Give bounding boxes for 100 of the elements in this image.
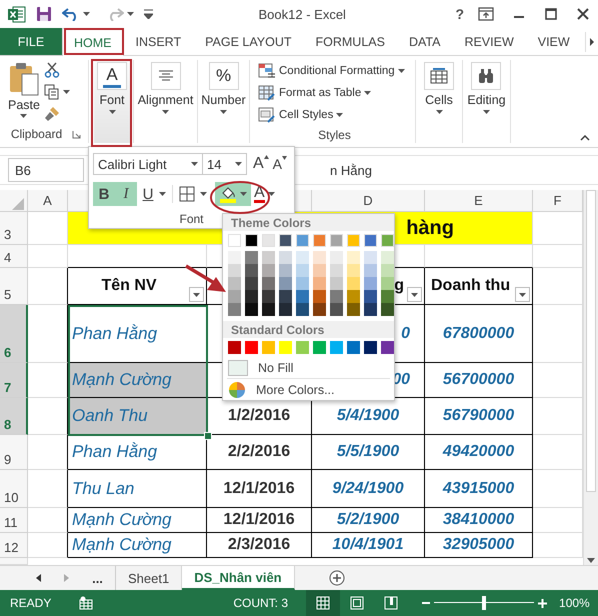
column-header[interactable]: D: [312, 190, 425, 212]
ribbon-display-icon[interactable]: [478, 7, 494, 21]
color-swatch[interactable]: [330, 277, 343, 290]
ribbon-group-button[interactable]: Alignment: [134, 60, 196, 143]
color-swatch[interactable]: [228, 234, 241, 247]
filter-button[interactable]: [407, 287, 422, 302]
color-swatch[interactable]: [381, 341, 394, 354]
shrink-font-button[interactable]: A: [270, 156, 290, 172]
filter-button[interactable]: [189, 287, 204, 302]
color-swatch[interactable]: [228, 277, 241, 290]
color-swatch[interactable]: [381, 277, 394, 290]
color-swatch[interactable]: [262, 234, 275, 247]
color-swatch[interactable]: [279, 264, 292, 277]
empty-cell[interactable]: [28, 305, 68, 363]
color-swatch[interactable]: [245, 251, 258, 264]
color-swatch[interactable]: [313, 303, 326, 316]
color-swatch[interactable]: [330, 303, 343, 316]
zoom-level[interactable]: 100%: [559, 596, 590, 610]
color-swatch[interactable]: [245, 264, 258, 277]
color-swatch[interactable]: [347, 290, 360, 303]
styles-menu-button[interactable]: Format as Table: [254, 82, 376, 104]
color-swatch[interactable]: [296, 277, 309, 290]
color-swatch[interactable]: [296, 264, 309, 277]
copy-icon[interactable]: [44, 84, 60, 100]
color-swatch[interactable]: [245, 303, 258, 316]
borders-icon[interactable]: [179, 186, 195, 202]
color-swatch[interactable]: [330, 290, 343, 303]
column-header[interactable]: E: [425, 190, 533, 212]
filter-button[interactable]: [515, 287, 530, 302]
bold-button[interactable]: B: [93, 182, 115, 206]
row-header[interactable]: 8: [0, 398, 28, 435]
color-swatch[interactable]: [296, 341, 309, 354]
color-swatch[interactable]: [347, 277, 360, 290]
ribbon-group-button[interactable]: Cells: [421, 60, 457, 143]
color-swatch[interactable]: [279, 341, 292, 354]
row-header[interactable]: 11: [0, 508, 28, 533]
zoom-slider-thumb[interactable]: [482, 596, 486, 610]
maximize-icon[interactable]: [544, 7, 558, 21]
scroll-down-icon[interactable]: [587, 558, 595, 563]
column-header[interactable]: F: [533, 190, 583, 212]
color-swatch[interactable]: [245, 277, 258, 290]
font-name-field[interactable]: Calibri Light: [93, 153, 203, 175]
help-button[interactable]: ?: [451, 6, 468, 22]
color-swatch[interactable]: [313, 251, 326, 264]
cut-icon[interactable]: [44, 62, 60, 78]
color-swatch[interactable]: [347, 251, 360, 264]
color-swatch[interactable]: [228, 341, 241, 354]
ribbon-tab[interactable]: INSERT: [124, 28, 194, 55]
color-swatch[interactable]: [330, 251, 343, 264]
select-all-icon[interactable]: [12, 198, 24, 210]
color-swatch[interactable]: [296, 303, 309, 316]
color-swatch[interactable]: [245, 341, 258, 354]
color-swatch[interactable]: [279, 251, 292, 264]
color-swatch[interactable]: [262, 251, 275, 264]
color-swatch[interactable]: [347, 341, 360, 354]
sheet-tab[interactable]: DS_Nhân viên: [182, 566, 295, 590]
column-header[interactable]: A: [28, 190, 68, 212]
color-swatch[interactable]: [228, 303, 241, 316]
ribbon-tab[interactable]: FORMULAS: [304, 28, 397, 55]
color-swatch[interactable]: [330, 234, 343, 247]
color-swatch[interactable]: [364, 303, 377, 316]
row-header[interactable]: 12: [0, 533, 28, 558]
ribbon-group-button[interactable]: % Number: [198, 60, 249, 143]
color-swatch[interactable]: [364, 341, 377, 354]
scrollbar-thumb[interactable]: [586, 190, 596, 492]
fill-handle[interactable]: [204, 432, 212, 440]
macro-record-icon[interactable]: [79, 596, 94, 610]
color-swatch[interactable]: [262, 341, 275, 354]
styles-menu-button[interactable]: Conditional Formatting: [254, 60, 409, 82]
collapse-ribbon-icon[interactable]: [580, 135, 590, 141]
fill-color-button[interactable]: [215, 182, 251, 206]
color-swatch[interactable]: [347, 303, 360, 316]
color-swatch[interactable]: [262, 277, 275, 290]
color-swatch[interactable]: [364, 234, 377, 247]
color-swatch[interactable]: [279, 303, 292, 316]
italic-button[interactable]: I: [115, 182, 137, 206]
color-swatch[interactable]: [330, 264, 343, 277]
ribbon-tab[interactable]: REVIEW: [452, 28, 526, 55]
color-swatch[interactable]: [279, 290, 292, 303]
font-color-button[interactable]: A: [251, 182, 278, 206]
zoom-out-icon[interactable]: [422, 599, 430, 607]
color-swatch[interactable]: [228, 290, 241, 303]
color-swatch[interactable]: [296, 251, 309, 264]
formula-field[interactable]: n Hằng: [308, 158, 598, 182]
color-swatch[interactable]: [228, 264, 241, 277]
save-icon[interactable]: [36, 6, 52, 22]
grow-font-button[interactable]: A: [251, 155, 271, 173]
color-swatch[interactable]: [313, 277, 326, 290]
row-header[interactable]: 9: [0, 435, 28, 470]
styles-menu-button[interactable]: Cell Styles: [254, 104, 348, 126]
dialog-launcher-icon[interactable]: [72, 130, 82, 138]
add-sheet-icon[interactable]: [328, 570, 345, 586]
color-swatch[interactable]: [364, 277, 377, 290]
color-swatch[interactable]: [245, 290, 258, 303]
ribbon-tab[interactable]: VIEW: [526, 28, 582, 55]
color-swatch[interactable]: [279, 277, 292, 290]
color-swatch[interactable]: [381, 303, 394, 316]
ribbon-group-button[interactable]: A Font: [94, 60, 130, 143]
color-swatch[interactable]: [381, 290, 394, 303]
color-swatch[interactable]: [262, 303, 275, 316]
